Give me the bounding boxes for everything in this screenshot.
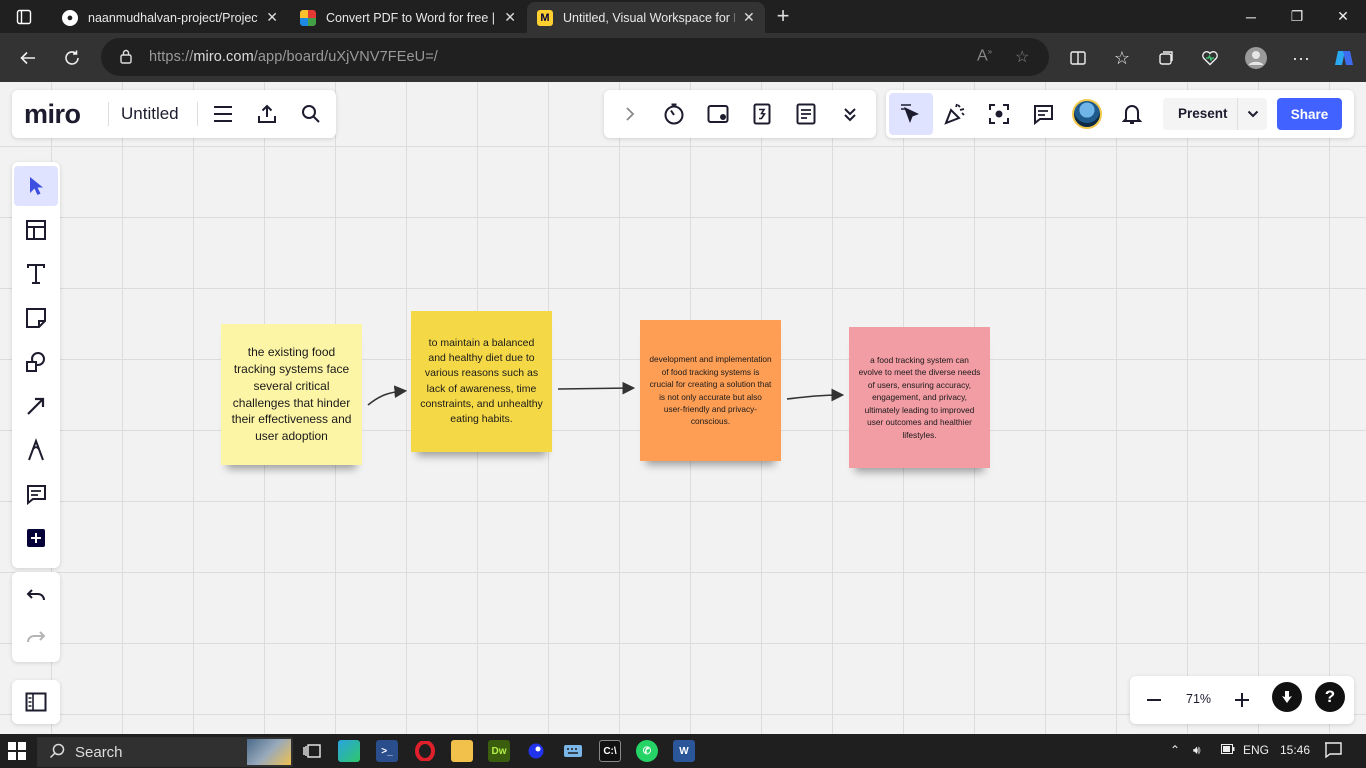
close-window-icon[interactable]: ✕ [1320, 0, 1366, 33]
url-path: /app/board/uXjVNV7FEeU=/ [253, 49, 438, 65]
volume-icon[interactable]: 🔊︎ [1193, 743, 1201, 758]
sticky-note-1[interactable]: the existing food tracking systems face … [221, 324, 362, 465]
blue-app-icon[interactable] [525, 740, 547, 762]
task-view-icon[interactable] [301, 740, 323, 762]
url-scheme: https:// [149, 49, 194, 65]
github-icon: ● [62, 9, 78, 26]
miro-icon: M [537, 9, 553, 26]
word-icon[interactable]: W [673, 740, 695, 762]
taskbar-search-label: Search [75, 744, 123, 761]
browser-toolbar: https://miro.com/app/board/uXjVNV7FEeU=/… [0, 33, 1366, 82]
favorites-icon[interactable]: ☆ [1107, 43, 1137, 73]
url-text[interactable]: https://miro.com/app/board/uXjVNV7FEeU=/ [149, 49, 438, 65]
connector-1-to-2 [367, 385, 408, 406]
lock-icon[interactable] [119, 48, 133, 64]
miro-board-canvas[interactable]: miro Untitled Present Share 71% ? the ex… [0, 82, 1366, 734]
sticky-note-text: to maintain a balanced and healthy diet … [420, 336, 543, 425]
url-host: miro.com [193, 49, 254, 65]
whatsapp-icon[interactable]: ✆ [636, 740, 658, 762]
sticky-note-2[interactable]: to maintain a balanced and healthy diet … [411, 311, 552, 452]
smallpdf-icon [300, 9, 316, 26]
dreamweaver-icon[interactable]: Dw [488, 740, 510, 762]
notifications-center-icon[interactable] [1324, 741, 1342, 762]
address-bar[interactable]: https://miro.com/app/board/uXjVNV7FEeU=/… [101, 38, 1049, 76]
tab-actions-icon[interactable] [12, 6, 36, 28]
browser-tab-strip: ● naanmudhalvan-project/ProjectP ✕ Conve… [0, 0, 1366, 33]
command-prompt-icon[interactable]: C:\ [599, 740, 621, 762]
restore-icon[interactable]: ❐ [1274, 0, 1320, 33]
opera-icon[interactable] [414, 740, 436, 762]
powershell-icon[interactable]: >_ [376, 740, 398, 762]
search-icon [49, 743, 65, 763]
back-icon[interactable] [13, 43, 43, 73]
system-clock[interactable]: 15:46 [1280, 743, 1310, 757]
taskbar-search-box[interactable]: Search [37, 737, 293, 767]
browser-essentials-icon[interactable] [1195, 43, 1225, 73]
sticky-note-text: the existing food tracking systems face … [231, 345, 352, 444]
windows-start-icon[interactable] [8, 742, 26, 760]
battery-icon[interactable] [1221, 743, 1235, 757]
connector-2-to-3 [557, 381, 636, 395]
sticky-note-text: a food tracking system can evolve to mee… [858, 354, 981, 440]
sticky-note-3[interactable]: development and implementation of food t… [640, 320, 781, 461]
windows-taskbar: Search >_ Dw C:\ ✆ W ⌃ 🔊︎ ENG 15:46 [0, 734, 1366, 768]
browser-tab-miro[interactable]: M Untitled, Visual Workspace for In ✕ [527, 2, 765, 33]
split-screen-icon[interactable] [1063, 43, 1093, 73]
tab-title: naanmudhalvan-project/ProjectP [88, 10, 259, 25]
input-language[interactable]: ENG [1243, 743, 1269, 757]
browser-tab-smallpdf[interactable]: Convert PDF to Word for free | Sr ✕ [290, 2, 526, 33]
collections-icon[interactable] [1151, 43, 1181, 73]
file-explorer-icon[interactable] [451, 740, 473, 762]
minimize-icon[interactable]: ─ [1228, 0, 1274, 33]
keyboard-icon[interactable] [562, 740, 584, 762]
sticky-note-4[interactable]: a food tracking system can evolve to mee… [849, 327, 990, 468]
more-menu-icon[interactable]: ··· [1286, 43, 1316, 73]
refresh-icon[interactable] [57, 43, 87, 73]
connector-3-to-4 [786, 388, 845, 402]
tab-title: Convert PDF to Word for free | Sr [326, 10, 497, 25]
tab-title: Untitled, Visual Workspace for In [563, 10, 735, 25]
tab-close-icon[interactable]: ✕ [743, 9, 755, 26]
new-tab-icon[interactable]: + [772, 3, 794, 28]
search-highlight-image [247, 739, 291, 765]
sticky-note-text: development and implementation of food t… [649, 354, 772, 427]
show-hidden-icons-chevron-icon[interactable]: ⌃ [1170, 743, 1180, 757]
tab-close-icon[interactable]: ✕ [266, 9, 278, 26]
tab-close-icon[interactable]: ✕ [504, 9, 516, 26]
copilot-icon[interactable] [1329, 43, 1359, 73]
read-aloud-icon[interactable]: A» [977, 47, 992, 65]
edge-browser-icon[interactable] [338, 740, 360, 762]
favorite-star-icon[interactable]: ☆ [1015, 47, 1029, 67]
browser-tab-github[interactable]: ● naanmudhalvan-project/ProjectP ✕ [52, 2, 288, 33]
profile-avatar-icon[interactable] [1241, 43, 1271, 73]
